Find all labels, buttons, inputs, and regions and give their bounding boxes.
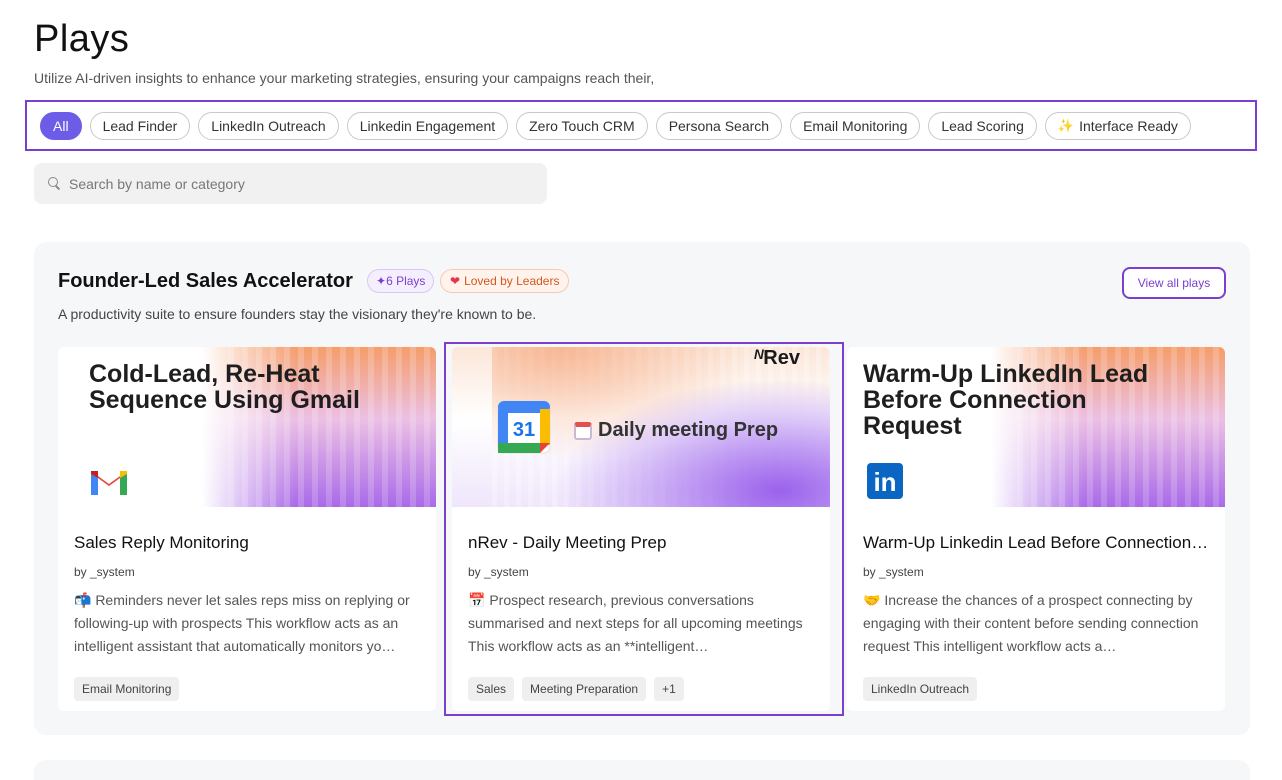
heart-icon: ❤: [450, 274, 461, 288]
card-title: nRev - Daily Meeting Prep: [468, 533, 667, 552]
loved-label: Loved by Leaders: [464, 274, 560, 288]
card-thumbnail: Cold-Lead, Re-Heat Sequence Using Gmail: [58, 347, 436, 507]
play-card[interactable]: Warm-Up LinkedIn Lead Before Connection …: [847, 347, 1225, 711]
thumbnail-heading: Daily meeting Prep: [574, 419, 778, 442]
svg-text:31: 31: [513, 419, 535, 441]
category-filter-bar: All Lead Finder LinkedIn Outreach Linked…: [25, 100, 1257, 151]
google-calendar-icon: 31: [497, 400, 551, 454]
section-title: Founder-Led Sales Accelerator: [58, 270, 353, 292]
card-author: by _system: [74, 565, 135, 579]
calendar-icon: [574, 421, 592, 440]
linkedin-icon: in: [867, 463, 903, 499]
filter-chip-email-monitoring[interactable]: Email Monitoring: [790, 111, 921, 140]
card-title: Sales Reply Monitoring: [74, 533, 249, 552]
page-title: Plays: [34, 18, 130, 60]
card-tag: Sales: [468, 677, 515, 701]
section-description: A productivity suite to ensure founders …: [58, 306, 537, 322]
thumbnail-heading: Warm-Up LinkedIn Lead Before Connection …: [863, 360, 1149, 440]
sparkle-icon: ✦: [376, 274, 387, 288]
play-card[interactable]: ᴺRev 31 Daily meeting Prep nRev - Daily …: [452, 347, 830, 711]
filter-chip-all[interactable]: All: [40, 111, 82, 140]
filter-chip-linkedin-outreach[interactable]: LinkedIn Outreach: [198, 111, 339, 140]
sparkles-icon: ✨: [1057, 117, 1075, 133]
loved-badge: ❤ Loved by Leaders: [440, 269, 570, 293]
card-tag: Email Monitoring: [74, 677, 180, 701]
plays-count-badge: ✦ 6 Plays: [367, 269, 435, 293]
search-icon: [48, 177, 61, 190]
plays-count: 6 Plays: [386, 274, 426, 288]
view-all-plays-button[interactable]: View all plays: [1122, 267, 1226, 299]
search-bar: [34, 163, 547, 204]
filter-chip-lead-finder[interactable]: Lead Finder: [89, 111, 191, 140]
card-author: by _system: [863, 565, 924, 579]
card-description: 📅 Prospect research, previous conversati…: [468, 592, 803, 654]
filter-chip-interface-ready[interactable]: ✨ Interface Ready: [1044, 111, 1191, 140]
card-thumbnail: ᴺRev 31 Daily meeting Prep: [452, 347, 830, 507]
play-card[interactable]: Cold-Lead, Re-Heat Sequence Using Gmail …: [58, 347, 436, 711]
card-thumbnail: Warm-Up LinkedIn Lead Before Connection …: [847, 347, 1225, 507]
card-title: Warm-Up Linkedin Lead Before Connection …: [863, 533, 1209, 552]
filter-chip-persona-search[interactable]: Persona Search: [655, 111, 783, 140]
card-description: 🤝 Increase the chances of a prospect con…: [863, 592, 1199, 654]
filter-chip-label: Interface Ready: [1079, 117, 1178, 134]
filter-chip-linkedin-engagement[interactable]: Linkedin Engagement: [346, 111, 509, 140]
card-tag: Meeting Preparation: [522, 677, 647, 701]
card-tag-more[interactable]: +1: [654, 677, 684, 701]
card-description: 📬 Reminders never let sales reps miss on…: [74, 592, 410, 654]
filter-chip-zero-touch-crm[interactable]: Zero Touch CRM: [516, 111, 648, 140]
filter-chip-lead-scoring[interactable]: Lead Scoring: [928, 111, 1037, 140]
next-collection-section: [34, 760, 1250, 780]
gmail-icon: [91, 471, 127, 495]
page-subtitle: Utilize AI-driven insights to enhance yo…: [34, 70, 655, 86]
card-tag: LinkedIn Outreach: [863, 677, 978, 701]
play-collection-section: Founder-Led Sales Accelerator ✦ 6 Plays ❤…: [34, 242, 1250, 735]
nrev-logo: ᴺRev: [753, 347, 800, 369]
search-input[interactable]: [69, 175, 509, 192]
thumbnail-heading: Cold-Lead, Re-Heat Sequence Using Gmail: [89, 360, 360, 414]
card-author: by _system: [468, 565, 529, 579]
